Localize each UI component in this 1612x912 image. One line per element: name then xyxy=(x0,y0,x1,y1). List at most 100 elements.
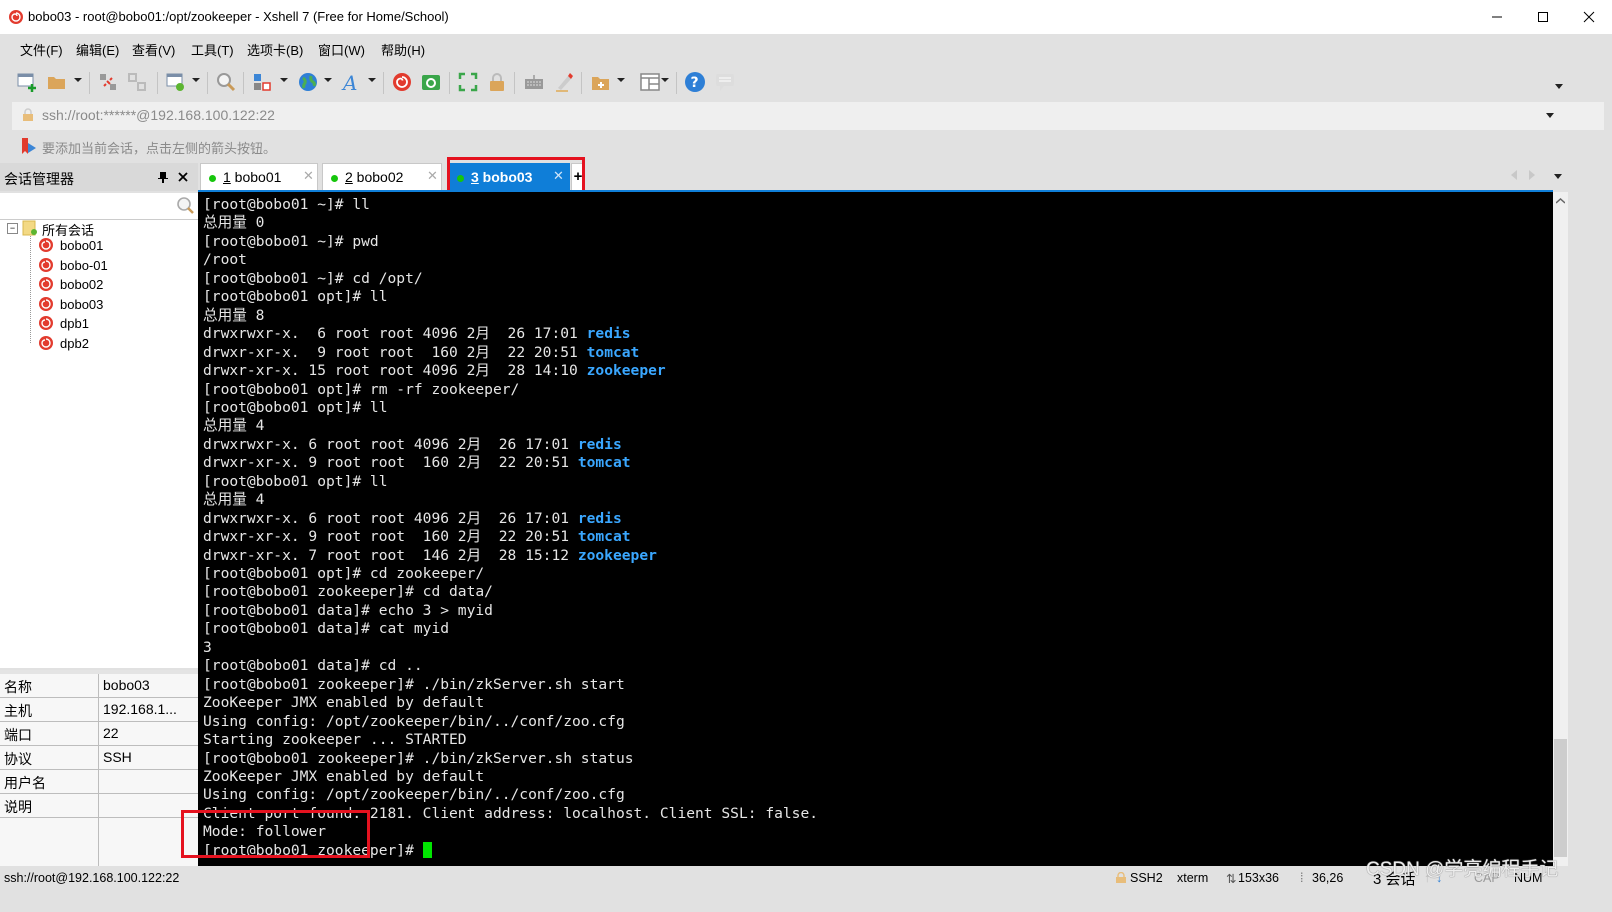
address-input[interactable]: ssh://root:******@192.168.100.122:22 xyxy=(42,107,275,123)
pin-icon[interactable] xyxy=(158,171,168,183)
search-icon[interactable] xyxy=(176,196,194,214)
terminal-text: drwxrwxr-x. 6 root root 4096 2月 26 17:01 xyxy=(203,325,587,343)
terminal-line: drwxr-xr-x. 9 root root 160 2月 22 20:51 … xyxy=(203,344,639,362)
add-session-arrow-icon[interactable] xyxy=(20,137,38,155)
session-item[interactable]: bobo03 xyxy=(38,294,103,314)
xshell-icon xyxy=(393,73,411,91)
session-item[interactable]: bobo-01 xyxy=(38,255,108,275)
properties-dropdown-arrow[interactable] xyxy=(192,78,200,82)
session-item[interactable]: dpb1 xyxy=(38,313,89,333)
session-name: bobo-01 xyxy=(60,257,108,273)
terminal-line: 总用量 8 xyxy=(203,307,264,325)
lock-icon xyxy=(1116,872,1126,883)
session-tree: − 所有会话 bobo01 bobo-01 bobo02 bobo03 dpb1… xyxy=(0,220,198,668)
open-dropdown-arrow[interactable] xyxy=(74,78,82,82)
collapse-toggle[interactable]: − xyxy=(7,223,18,234)
new-folder-dropdown-arrow[interactable] xyxy=(617,78,625,82)
keyboard-button[interactable] xyxy=(522,70,546,94)
tab-scroll-right-icon[interactable] xyxy=(1528,170,1536,180)
tab-scroll-left-icon[interactable] xyxy=(1510,170,1518,180)
menu-tabs[interactable]: 选项卡(B) xyxy=(247,40,303,59)
lock-icon xyxy=(23,108,33,121)
terminal-line: drwxrwxr-x. 6 root root 4096 2月 26 17:01… xyxy=(203,325,631,343)
address-bar[interactable]: ssh://root:******@192.168.100.122:22 xyxy=(12,102,1604,130)
close-button[interactable] xyxy=(1566,0,1612,34)
maximize-button[interactable] xyxy=(1520,0,1566,34)
terminal-line: [root@bobo01 ~]# ll xyxy=(203,196,370,214)
layout-button[interactable] xyxy=(638,70,662,94)
property-row: 端口 22 xyxy=(0,722,198,746)
xftp-button[interactable] xyxy=(419,70,443,94)
new-session-button[interactable] xyxy=(15,70,39,94)
session-search-input[interactable] xyxy=(0,193,198,220)
help-button[interactable]: ? xyxy=(683,70,707,94)
layout-icon xyxy=(640,73,660,91)
hint-text: 要添加当前会话，点击左侧的箭头按钮。 xyxy=(42,141,277,156)
connected-status-dot xyxy=(209,175,216,182)
fullscreen-button[interactable] xyxy=(456,70,480,94)
scroll-up-icon[interactable] xyxy=(1556,198,1565,204)
close-panel-icon[interactable] xyxy=(178,172,188,182)
tab-close-icon[interactable]: ✕ xyxy=(427,168,438,184)
new-folder-icon xyxy=(592,77,609,90)
find-button[interactable] xyxy=(214,70,238,94)
terminal-line: [root@bobo01 zookeeper]# ./bin/zkServer.… xyxy=(203,676,625,694)
font-dropdown-arrow[interactable] xyxy=(368,78,376,82)
property-key: 说明 xyxy=(4,799,32,815)
menu-window[interactable]: 窗口(W) xyxy=(318,40,365,59)
menu-tools[interactable]: 工具(T) xyxy=(191,40,234,59)
toolbar-separator xyxy=(157,72,158,94)
directory-name: redis xyxy=(586,325,631,343)
globe-dropdown-arrow[interactable] xyxy=(324,78,332,82)
session-item[interactable]: dpb2 xyxy=(38,333,89,353)
terminal-line: ZooKeeper JMX enabled by default xyxy=(203,694,484,712)
terminal-line: drwxr-xr-x. 9 root root 160 2月 22 20:51 … xyxy=(203,454,631,472)
scrollbar-thumb[interactable] xyxy=(1554,739,1567,857)
terminal-line: drwxr-xr-x. 15 root root 4096 2月 28 14:1… xyxy=(203,362,666,380)
tab-bobo01[interactable]: 1 bobo01 ✕ xyxy=(200,163,318,190)
terminal-output[interactable]: [root@bobo01 ~]# ll 总用量 0 [root@bobo01 ~]#… xyxy=(198,190,1553,866)
menu-edit[interactable]: 编辑(E) xyxy=(76,40,119,59)
session-item[interactable]: bobo02 xyxy=(38,274,103,294)
lock-button[interactable] xyxy=(485,70,509,94)
tab-list-dropdown-arrow[interactable] xyxy=(1554,174,1562,179)
toolbar-overflow-arrow[interactable] xyxy=(1555,84,1563,89)
minimize-button[interactable] xyxy=(1474,0,1520,34)
new-folder-button[interactable] xyxy=(589,70,613,94)
transfer-button[interactable] xyxy=(251,70,275,94)
directory-name: zookeeper xyxy=(586,362,666,380)
minimize-icon xyxy=(1492,16,1502,18)
xshell-button[interactable] xyxy=(390,70,414,94)
session-item[interactable]: bobo01 xyxy=(38,235,103,255)
terminal-scrollbar[interactable] xyxy=(1553,192,1568,866)
chat-button[interactable] xyxy=(713,70,737,94)
globe-button[interactable] xyxy=(296,70,320,94)
terminal-text: [root@bobo01 opt]# ll xyxy=(203,288,388,306)
session-name: bobo02 xyxy=(60,276,104,292)
tab-close-icon[interactable]: ✕ xyxy=(303,168,314,184)
highlight-button[interactable] xyxy=(552,70,576,94)
close-icon xyxy=(1583,11,1595,23)
disconnect-button[interactable] xyxy=(96,70,120,94)
terminal-text: drwxr-xr-x. 15 root root 4096 2月 28 14:1… xyxy=(203,362,587,380)
address-dropdown-arrow[interactable] xyxy=(1546,113,1554,118)
cursor-pos-icon: ⁞ xyxy=(1300,871,1304,885)
property-row: 说明 xyxy=(0,794,198,818)
transfer-dropdown-arrow[interactable] xyxy=(280,78,288,82)
tab-bobo02[interactable]: 2 bobo02 ✕ xyxy=(322,163,442,190)
property-key: 名称 xyxy=(4,679,32,695)
transfer-icon xyxy=(254,74,271,91)
property-value: SSH xyxy=(103,749,132,765)
reconnect-button[interactable] xyxy=(125,70,149,94)
menu-help[interactable]: 帮助(H) xyxy=(381,40,425,59)
menu-file[interactable]: 文件(F) xyxy=(20,40,63,59)
session-snail-icon xyxy=(39,297,53,311)
terminal-line: [root@bobo01 opt]# rm -rf zookeeper/ xyxy=(203,381,519,399)
open-session-button[interactable] xyxy=(45,70,69,94)
menu-view[interactable]: 查看(V) xyxy=(132,40,175,59)
toolbar-separator xyxy=(383,72,384,94)
session-snail-icon xyxy=(39,336,53,350)
layout-dropdown-arrow[interactable] xyxy=(661,78,669,82)
font-button[interactable]: A xyxy=(340,70,364,94)
session-properties-button[interactable] xyxy=(164,70,188,94)
